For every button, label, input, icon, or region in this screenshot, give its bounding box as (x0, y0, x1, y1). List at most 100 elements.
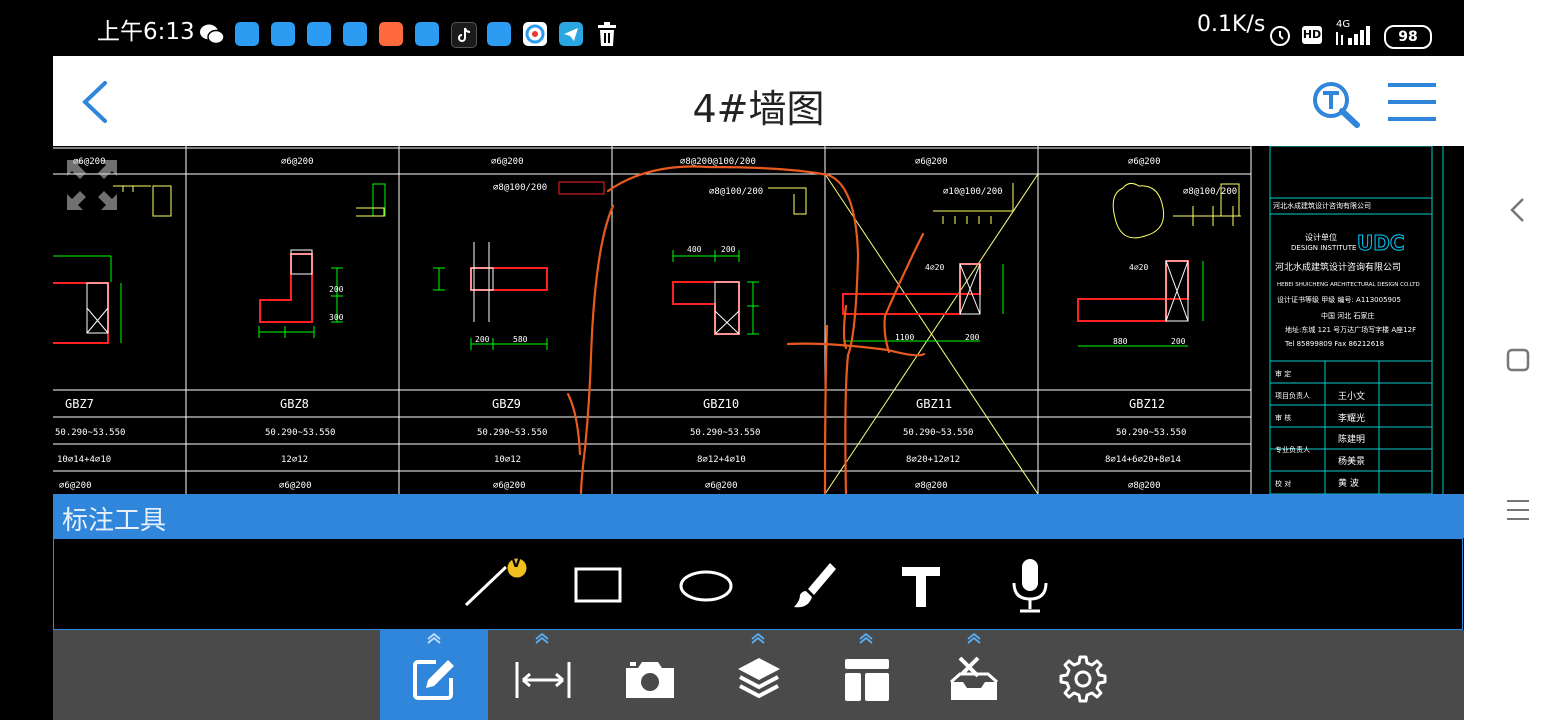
settings-button[interactable] (1028, 630, 1136, 720)
title-block-location: 中国 河北 石家庄 (1321, 311, 1374, 320)
cad-drawing-svg: ⌀6@200 ⌀6@200 ⌀6@200 ⌀8@200@100/200 ⌀6@2… (53, 146, 1444, 494)
brush-icon (794, 563, 836, 608)
ellipse-tool-button[interactable] (672, 551, 742, 619)
text-search-icon[interactable] (1311, 80, 1361, 128)
layout-button[interactable] (812, 630, 920, 720)
column-rebar: 8⌀14+6⌀20+8⌀14 (1105, 455, 1181, 465)
gear-icon (1059, 655, 1107, 703)
dim-text: 4⌀20 (1129, 263, 1148, 272)
column-name: GBZ9 (492, 397, 521, 411)
column-rebar: 10⌀14+4⌀10 (57, 455, 111, 465)
title-block-logo: UDC (1357, 231, 1405, 255)
brush-tool-button[interactable] (780, 551, 850, 619)
browser-icon (523, 22, 547, 46)
title-block-role: 审 核 (1275, 413, 1291, 422)
section-gbz9 (433, 181, 605, 350)
ellipse-icon (679, 570, 733, 602)
status-time: 上午6:13 (97, 19, 195, 45)
rectangle-icon (574, 567, 622, 603)
text-tool-button[interactable] (888, 551, 958, 619)
voice-tool-button[interactable] (996, 551, 1066, 619)
title-block-company-small: 河北水成建筑设计咨询有限公司 (1273, 201, 1371, 210)
dim-text: 200 (1171, 337, 1186, 346)
app-notification-icon (487, 22, 511, 46)
column-elevation: 50.290~53.550 (903, 428, 973, 438)
dim-text: 300 (329, 313, 344, 322)
title-block-signature: 陈建明 (1338, 433, 1365, 445)
chevron-up-icon (535, 632, 549, 644)
column-stirrup: ⌀8@200 (1128, 481, 1161, 491)
title-block-signature: 黄 波 (1338, 477, 1359, 489)
microphone-icon (1012, 559, 1048, 613)
bottom-toolbar (53, 630, 1464, 720)
column-stirrup: ⌀8@200 (915, 481, 948, 491)
telegram-icon (559, 22, 583, 46)
dim-text: 580 (513, 335, 528, 344)
section-gbz11 (842, 183, 1014, 342)
title-block-company-en: HEBEI SHUICHENG ARCHITECTURAL DESIGN CO.… (1277, 282, 1420, 288)
dim-text: 200 (475, 335, 490, 344)
toolbox-button[interactable] (920, 630, 1028, 720)
spacing-label: ⌀6@200 (491, 157, 524, 167)
battery-indicator: 98 (1384, 25, 1432, 49)
column-name: GBZ7 (65, 397, 94, 411)
spacing-label: ⌀6@200 (281, 157, 314, 167)
nav-recents-icon[interactable] (1505, 498, 1531, 526)
section-gbz12 (1077, 182, 1241, 347)
alarm-icon (1268, 23, 1292, 51)
app-header: 4#墙图 (53, 56, 1464, 146)
camera-icon (626, 662, 674, 698)
layout-icon (845, 659, 889, 701)
line-tool-badge: V (511, 556, 522, 571)
column-elevation: 50.290~53.550 (690, 428, 760, 438)
trash-notification-icon (595, 22, 619, 46)
column-elevation: 50.290~53.550 (1116, 428, 1186, 438)
column-rebar: 8⌀20+12⌀12 (906, 455, 960, 465)
detail-note: ⌀8@100/200 (709, 187, 763, 197)
title-block-company: 河北水成建筑设计咨询有限公司 (1275, 261, 1401, 273)
spacing-label: ⌀6@200 (915, 157, 948, 167)
app-notification-icon (271, 22, 295, 46)
column-stirrup: ⌀6@200 (279, 481, 312, 491)
title-block-unit-label: 设计单位 (1305, 232, 1337, 242)
column-rebar: 12⌀12 (281, 455, 308, 465)
column-stirrup: ⌀6@200 (705, 481, 738, 491)
dim-text: 1100 (895, 333, 914, 342)
signal-icon (1334, 24, 1374, 50)
nav-back-icon[interactable] (1508, 196, 1528, 228)
shopping-app-icon (379, 22, 403, 46)
fullscreen-icon[interactable] (65, 158, 119, 212)
camera-button[interactable] (596, 630, 704, 720)
title-block-role: 审 定 (1275, 369, 1291, 378)
layers-icon (738, 658, 780, 699)
layers-button[interactable] (704, 630, 812, 720)
tiktok-icon (451, 22, 477, 48)
column-elevation: 50.290~53.550 (477, 428, 547, 438)
network-speed: 0.1K/s (1197, 12, 1266, 37)
column-rebar: 8⌀12+4⌀10 (697, 455, 746, 465)
line-tool-icon (464, 557, 528, 607)
nav-home-icon[interactable] (1506, 348, 1530, 376)
annotation-tools-panel: V (53, 538, 1463, 630)
column-elevation: 50.290~53.550 (265, 428, 335, 438)
detail-note: ⌀8@100/200 (493, 183, 547, 193)
status-bar: 上午6:13 0.1K/s HD 4G 98 (0, 0, 1464, 56)
title-block-role: 项目负责人 (1275, 391, 1310, 400)
dim-text: 400 (687, 245, 702, 254)
menu-icon[interactable] (1387, 82, 1437, 122)
column-name: GBZ12 (1129, 397, 1165, 411)
detail-note: ⌀8@100/200 (1183, 187, 1237, 197)
column-stirrup: ⌀6@200 (59, 481, 92, 491)
measure-button[interactable] (488, 630, 596, 720)
dim-text: 880 (1113, 337, 1128, 346)
annotation-tools-header: 标注工具 (53, 494, 1464, 538)
column-name: GBZ8 (280, 397, 309, 411)
rectangle-tool-button[interactable] (564, 551, 634, 619)
title-block-qualification: 设计证书等级 甲级 编号: A113005905 (1277, 295, 1401, 304)
section-gbz8 (258, 183, 386, 338)
chevron-up-icon (967, 632, 981, 644)
annotate-button[interactable] (380, 630, 488, 720)
cad-drawing-canvas[interactable]: ⌀6@200 ⌀6@200 ⌀6@200 ⌀8@200@100/200 ⌀6@2… (53, 146, 1464, 494)
line-tool-button[interactable]: V (456, 551, 528, 619)
column-name: GBZ11 (916, 397, 952, 411)
